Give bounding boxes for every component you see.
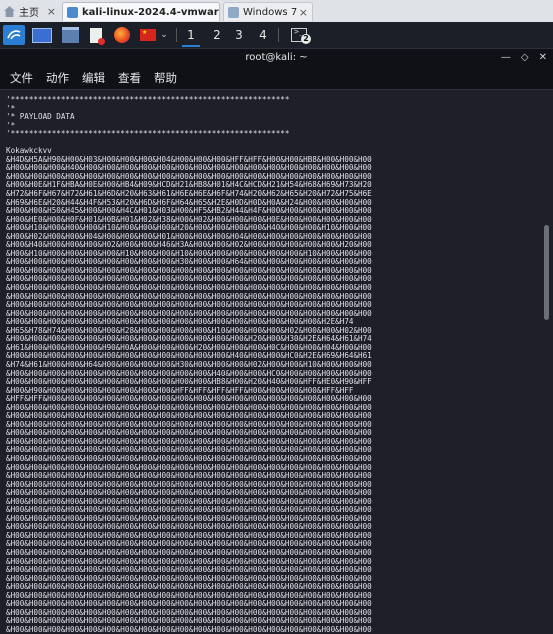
terminal-line: '***************************************… [6, 129, 290, 139]
terminal-output[interactable]: '***************************************… [0, 90, 541, 634]
home-icon [4, 6, 15, 17]
workspace-1[interactable]: 1 [182, 25, 200, 47]
menu-actions[interactable]: 动作 [46, 70, 69, 86]
terminal-line: &H00&H00&H00&H00&H00&H00&H00&H00&H00&H00… [6, 624, 372, 634]
workspace-3[interactable]: 3 [230, 25, 248, 45]
minimize-icon[interactable]: — [501, 49, 511, 67]
window-titlebar: root@kali: ~ — ◇ ✕ [0, 49, 553, 67]
flag-icon[interactable]: ★ [138, 25, 158, 45]
tab-home[interactable]: 主页 × [0, 2, 60, 21]
tab-kali-vm[interactable]: kali-linux-2024.4-vmware... × [62, 2, 220, 21]
close-icon[interactable]: × [47, 5, 56, 18]
show-desktop-icon[interactable] [30, 25, 54, 45]
workspace-2[interactable]: 2 [208, 25, 226, 45]
tab-win7-label: Windows 7 [243, 6, 298, 18]
terminal-line: '* PAYLOAD DATA [6, 112, 75, 122]
tab-windows7-vm[interactable]: Windows 7 × [223, 2, 313, 21]
vm-tab-bar: 主页 × kali-linux-2024.4-vmware... × Windo… [0, 0, 553, 23]
terminal-text: '***************************************… [6, 95, 372, 634]
vm-icon [228, 6, 239, 18]
terminal-line: '***************************************… [6, 95, 290, 104]
menu-bar: 文件 动作 编辑 查看 帮助 [0, 67, 553, 89]
window-title: root@kali: ~ [245, 52, 308, 63]
close-icon[interactable]: × [299, 6, 308, 19]
terminal-task-button[interactable]: >_ 2 [286, 25, 312, 45]
tab-home-label: 主页 [19, 8, 39, 19]
text-editor-icon[interactable] [86, 25, 106, 45]
menu-view[interactable]: 查看 [118, 70, 141, 86]
workspace-4[interactable]: 4 [254, 25, 272, 45]
tab-kali-label: kali-linux-2024.4-vmware... [82, 6, 219, 18]
kali-top-panel: ★ ⌄ 1 2 3 4 >_ 2 [0, 22, 553, 49]
file-manager-icon[interactable] [58, 25, 82, 45]
menu-help[interactable]: 帮助 [154, 70, 177, 86]
kali-menu-icon[interactable] [3, 25, 25, 45]
firefox-icon[interactable] [110, 25, 134, 45]
notification-badge: 2 [301, 34, 311, 44]
close-icon[interactable]: ✕ [539, 49, 547, 67]
maximize-icon[interactable]: ◇ [521, 49, 529, 67]
chevron-down-icon[interactable]: ⌄ [158, 25, 170, 45]
vm-icon [67, 6, 78, 18]
menu-file[interactable]: 文件 [10, 70, 33, 86]
panel-divider [278, 28, 279, 42]
scrollbar[interactable] [541, 90, 553, 634]
menu-edit[interactable]: 编辑 [82, 70, 105, 86]
panel-divider [176, 28, 177, 42]
scrollbar-thumb[interactable] [544, 225, 549, 320]
